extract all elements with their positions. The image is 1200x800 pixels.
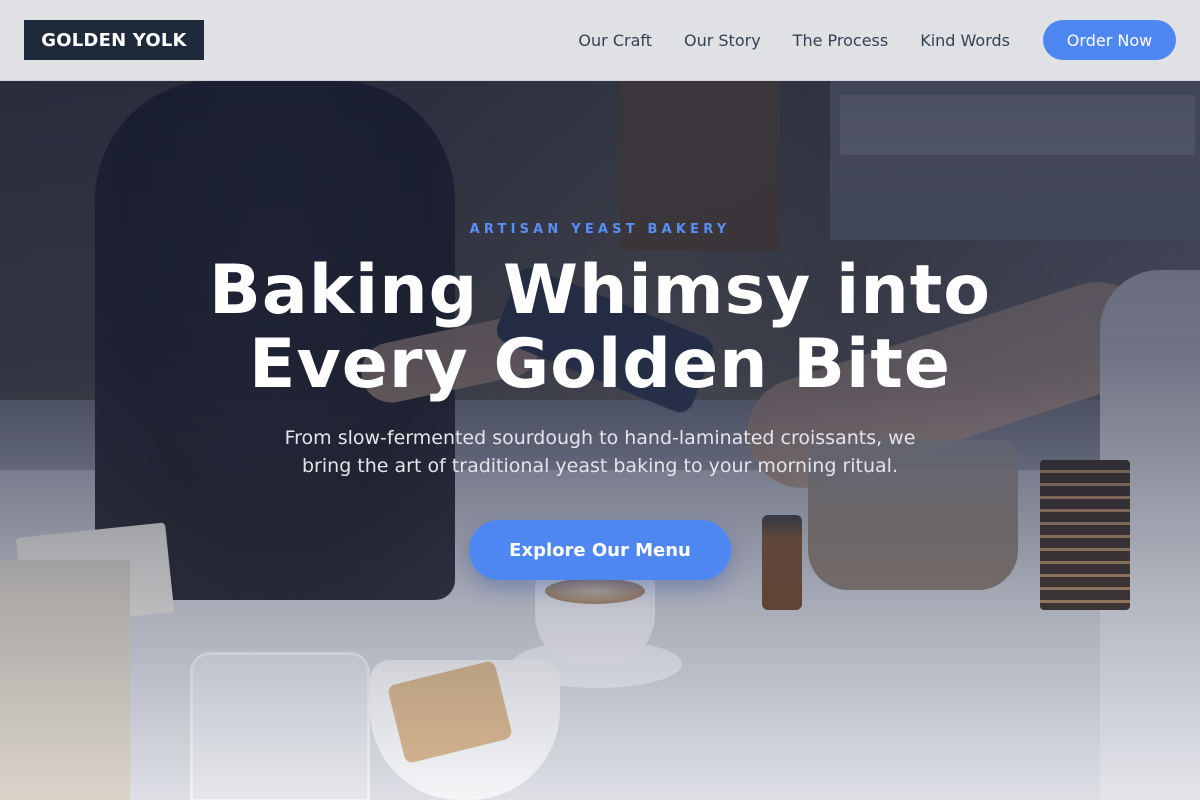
nav-link-the-process[interactable]: The Process xyxy=(793,31,889,50)
order-now-button[interactable]: Order Now xyxy=(1043,20,1176,60)
hero-subtext: From slow-fermented sourdough to hand-la… xyxy=(250,424,950,480)
hero-headline-line2: Every Golden Bite xyxy=(249,325,951,404)
hero-headline: Baking Whimsy into Every Golden Bite xyxy=(0,254,1200,402)
hero-headline-line1: Baking Whimsy into xyxy=(208,251,991,330)
hero-subtext-line1: From slow-fermented sourdough to hand-la… xyxy=(284,427,916,449)
brand-logo[interactable]: GOLDEN YOLK xyxy=(24,20,204,60)
explore-menu-button[interactable]: Explore Our Menu xyxy=(469,520,731,580)
hero-section: ARTISAN YEAST BAKERY Baking Whimsy into … xyxy=(0,0,1200,800)
nav-link-kind-words[interactable]: Kind Words xyxy=(920,31,1010,50)
nav-link-our-craft[interactable]: Our Craft xyxy=(578,31,652,50)
nav-links: Our Craft Our Story The Process Kind Wor… xyxy=(578,31,1010,50)
navbar: GOLDEN YOLK Our Craft Our Story The Proc… xyxy=(0,0,1200,81)
hero-subtext-line2: bring the art of traditional yeast bakin… xyxy=(302,455,898,477)
nav-link-our-story[interactable]: Our Story xyxy=(684,31,761,50)
hero-eyebrow: ARTISAN YEAST BAKERY xyxy=(469,222,731,237)
